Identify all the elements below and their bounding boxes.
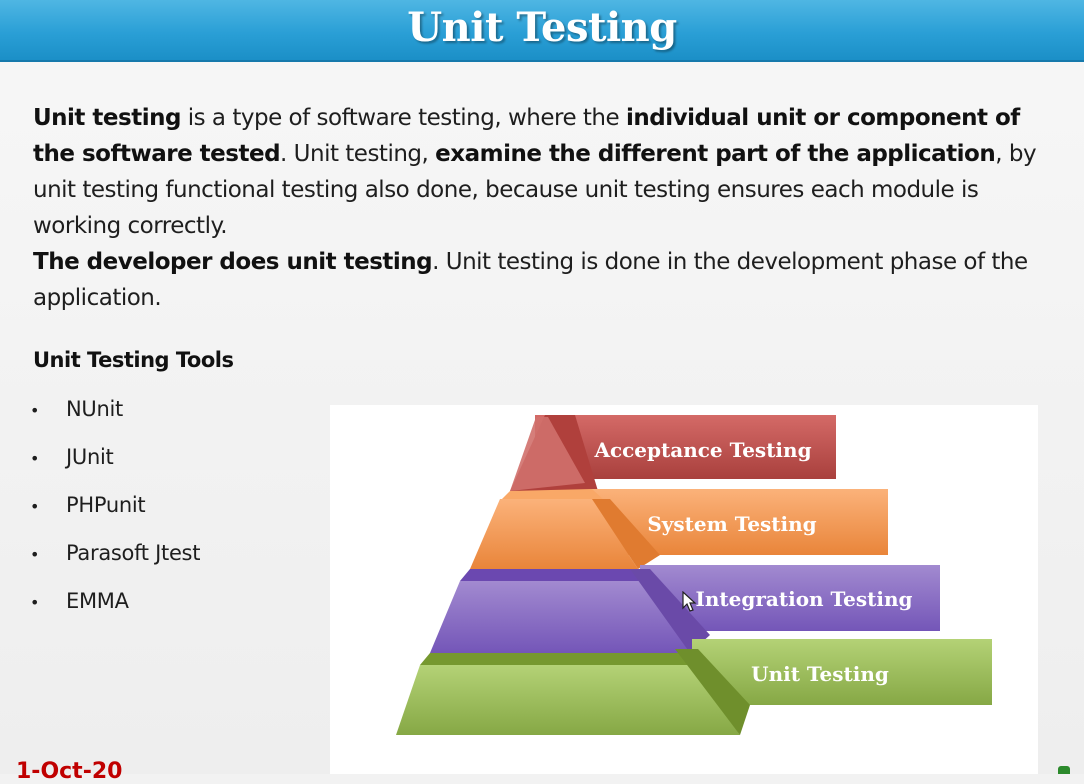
footer-mark bbox=[1058, 766, 1070, 774]
pyramid-level-unit: Unit Testing bbox=[396, 639, 992, 735]
bullet-icon: • bbox=[30, 545, 40, 564]
tool-name: JUnit bbox=[66, 445, 114, 469]
tools-list: • NUnit • JUnit • PHPunit • Parasoft Jtest •… bbox=[30, 393, 200, 633]
developer-paragraph: The developer does unit testing. Unit te… bbox=[33, 244, 1043, 316]
tool-name: EMMA bbox=[66, 589, 129, 613]
pyramid-level-system: System Testing bbox=[470, 489, 888, 569]
acceptance-label: Acceptance Testing bbox=[593, 438, 811, 462]
title-bar: Unit Testing bbox=[0, 0, 1084, 62]
body-text: Unit testing is a type of software testi… bbox=[33, 100, 1043, 316]
mouse-pointer-icon bbox=[682, 591, 697, 612]
tool-item: • Parasoft Jtest bbox=[30, 537, 200, 585]
integration-label: Integration Testing bbox=[696, 587, 913, 611]
paragraph1-run: is a type of software testing, where the bbox=[180, 105, 626, 131]
paragraph1-run: Unit testing bbox=[33, 105, 181, 131]
integration-top-face bbox=[460, 569, 650, 581]
unit-front-face bbox=[396, 665, 740, 735]
system-label: System Testing bbox=[647, 512, 816, 536]
paragraph2-run: The developer does unit testing bbox=[33, 249, 433, 275]
slide-title: Unit Testing bbox=[407, 4, 677, 51]
testing-pyramid: Acceptance Testing System Testing Integr… bbox=[396, 415, 992, 735]
paragraph1-run: . Unit testing, bbox=[280, 141, 436, 167]
bullet-icon: • bbox=[30, 593, 40, 612]
tools-heading: Unit Testing Tools bbox=[33, 348, 234, 372]
tool-item: • NUnit bbox=[30, 393, 200, 441]
tool-name: PHPunit bbox=[66, 493, 146, 517]
tool-item: • PHPunit bbox=[30, 489, 200, 537]
tool-item: • EMMA bbox=[30, 585, 200, 633]
definition-paragraph: Unit testing is a type of software testi… bbox=[33, 100, 1043, 244]
pyramid-level-acceptance: Acceptance Testing bbox=[510, 415, 836, 491]
unit-top-face bbox=[420, 653, 702, 665]
bullet-icon: • bbox=[30, 401, 40, 420]
tool-name: Parasoft Jtest bbox=[66, 541, 201, 565]
unit-label: Unit Testing bbox=[751, 662, 889, 686]
footer-date: 1-Oct-20 bbox=[16, 759, 123, 784]
bullet-icon: • bbox=[30, 449, 40, 468]
bullet-icon: • bbox=[30, 497, 40, 516]
tool-name: NUnit bbox=[66, 397, 123, 421]
tool-item: • JUnit bbox=[30, 441, 200, 489]
slide: Unit Testing Unit testing is a type of s… bbox=[0, 0, 1084, 784]
paragraph1-run: examine the different part of the applic… bbox=[435, 141, 996, 167]
